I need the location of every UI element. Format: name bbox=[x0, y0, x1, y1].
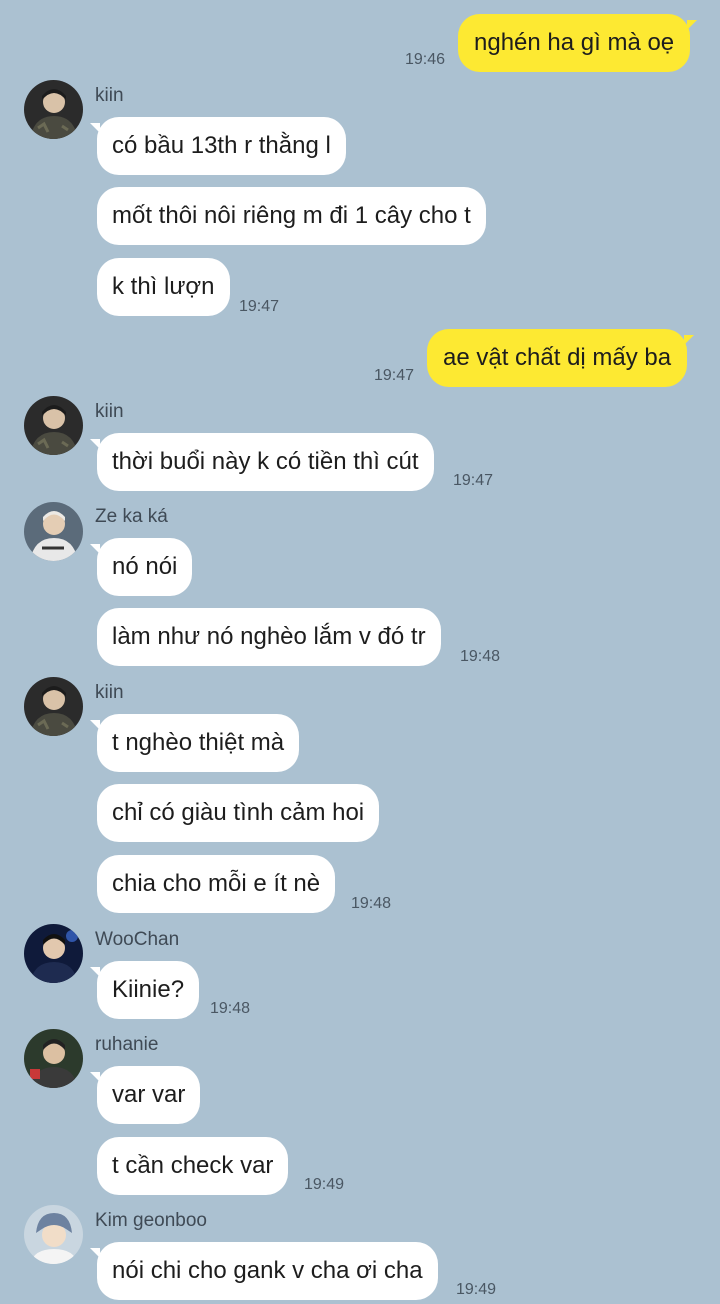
sender-name: kiin bbox=[95, 85, 124, 106]
message-time: 19:49 bbox=[304, 1176, 345, 1193]
user-avatar-icon[interactable] bbox=[24, 502, 83, 561]
incoming-message-bubble[interactable]: thời buổi này k có tiền thì cút bbox=[90, 433, 434, 491]
user-avatar-icon[interactable] bbox=[24, 1029, 83, 1088]
incoming-message-bubble[interactable]: chia cho mỗi e ít nè bbox=[97, 855, 336, 913]
incoming-message-bubble[interactable]: làm như nó nghèo lắm v đó tr bbox=[97, 608, 441, 666]
incoming-message-bubble[interactable]: mốt thôi nôi riêng m đi 1 cây cho t bbox=[97, 187, 486, 245]
message-time: 19:47 bbox=[239, 298, 280, 315]
message-time: 19:48 bbox=[210, 1000, 251, 1017]
message-time: 19:48 bbox=[460, 648, 501, 665]
user-avatar-icon[interactable] bbox=[24, 396, 83, 455]
sender-name: kiin bbox=[95, 401, 124, 422]
outgoing-message-bubble[interactable]: nghén ha gì mà oẹ bbox=[458, 14, 698, 72]
incoming-message-bubble[interactable]: nói chi cho gank v cha ơi cha bbox=[90, 1242, 438, 1300]
outgoing-message-bubble[interactable]: ae vật chất dị mấy ba bbox=[427, 329, 695, 387]
sender-name: kiin bbox=[95, 682, 124, 703]
incoming-message-bubble[interactable]: t nghèo thiệt mà bbox=[89, 714, 300, 772]
incoming-message-bubble[interactable]: k thì lượn bbox=[97, 258, 230, 316]
sender-name: WooChan bbox=[95, 929, 180, 950]
user-avatar-icon[interactable] bbox=[24, 924, 83, 983]
message-time: 19:49 bbox=[456, 1281, 497, 1298]
incoming-message-bubble[interactable]: Kiinie? bbox=[89, 961, 200, 1019]
message-time: 19:47 bbox=[374, 367, 415, 384]
incoming-message-bubble[interactable]: chỉ có giàu tình cảm hoi bbox=[97, 784, 380, 842]
incoming-message-bubble[interactable]: nó nói bbox=[89, 538, 193, 596]
sender-name: Kim geonboo bbox=[95, 1210, 207, 1231]
message-time: 19:48 bbox=[351, 895, 392, 912]
sender-name: ruhanie bbox=[95, 1034, 159, 1055]
incoming-message-bubble[interactable]: có bầu 13th r thằng l bbox=[90, 117, 346, 175]
message-time: 19:47 bbox=[453, 472, 494, 489]
message-time: 19:46 bbox=[405, 51, 446, 68]
chat-room: 19:46 nghén ha gì mà oẹ kiin có bầu 13th… bbox=[0, 0, 720, 1304]
incoming-message-bubble[interactable]: var var bbox=[89, 1066, 201, 1124]
sender-name: Ze ka ká bbox=[95, 506, 168, 527]
user-avatar-icon[interactable] bbox=[24, 677, 83, 736]
user-avatar-icon[interactable] bbox=[24, 80, 83, 139]
user-avatar-icon[interactable] bbox=[24, 1205, 83, 1264]
incoming-message-bubble[interactable]: t cần check var bbox=[97, 1137, 289, 1195]
